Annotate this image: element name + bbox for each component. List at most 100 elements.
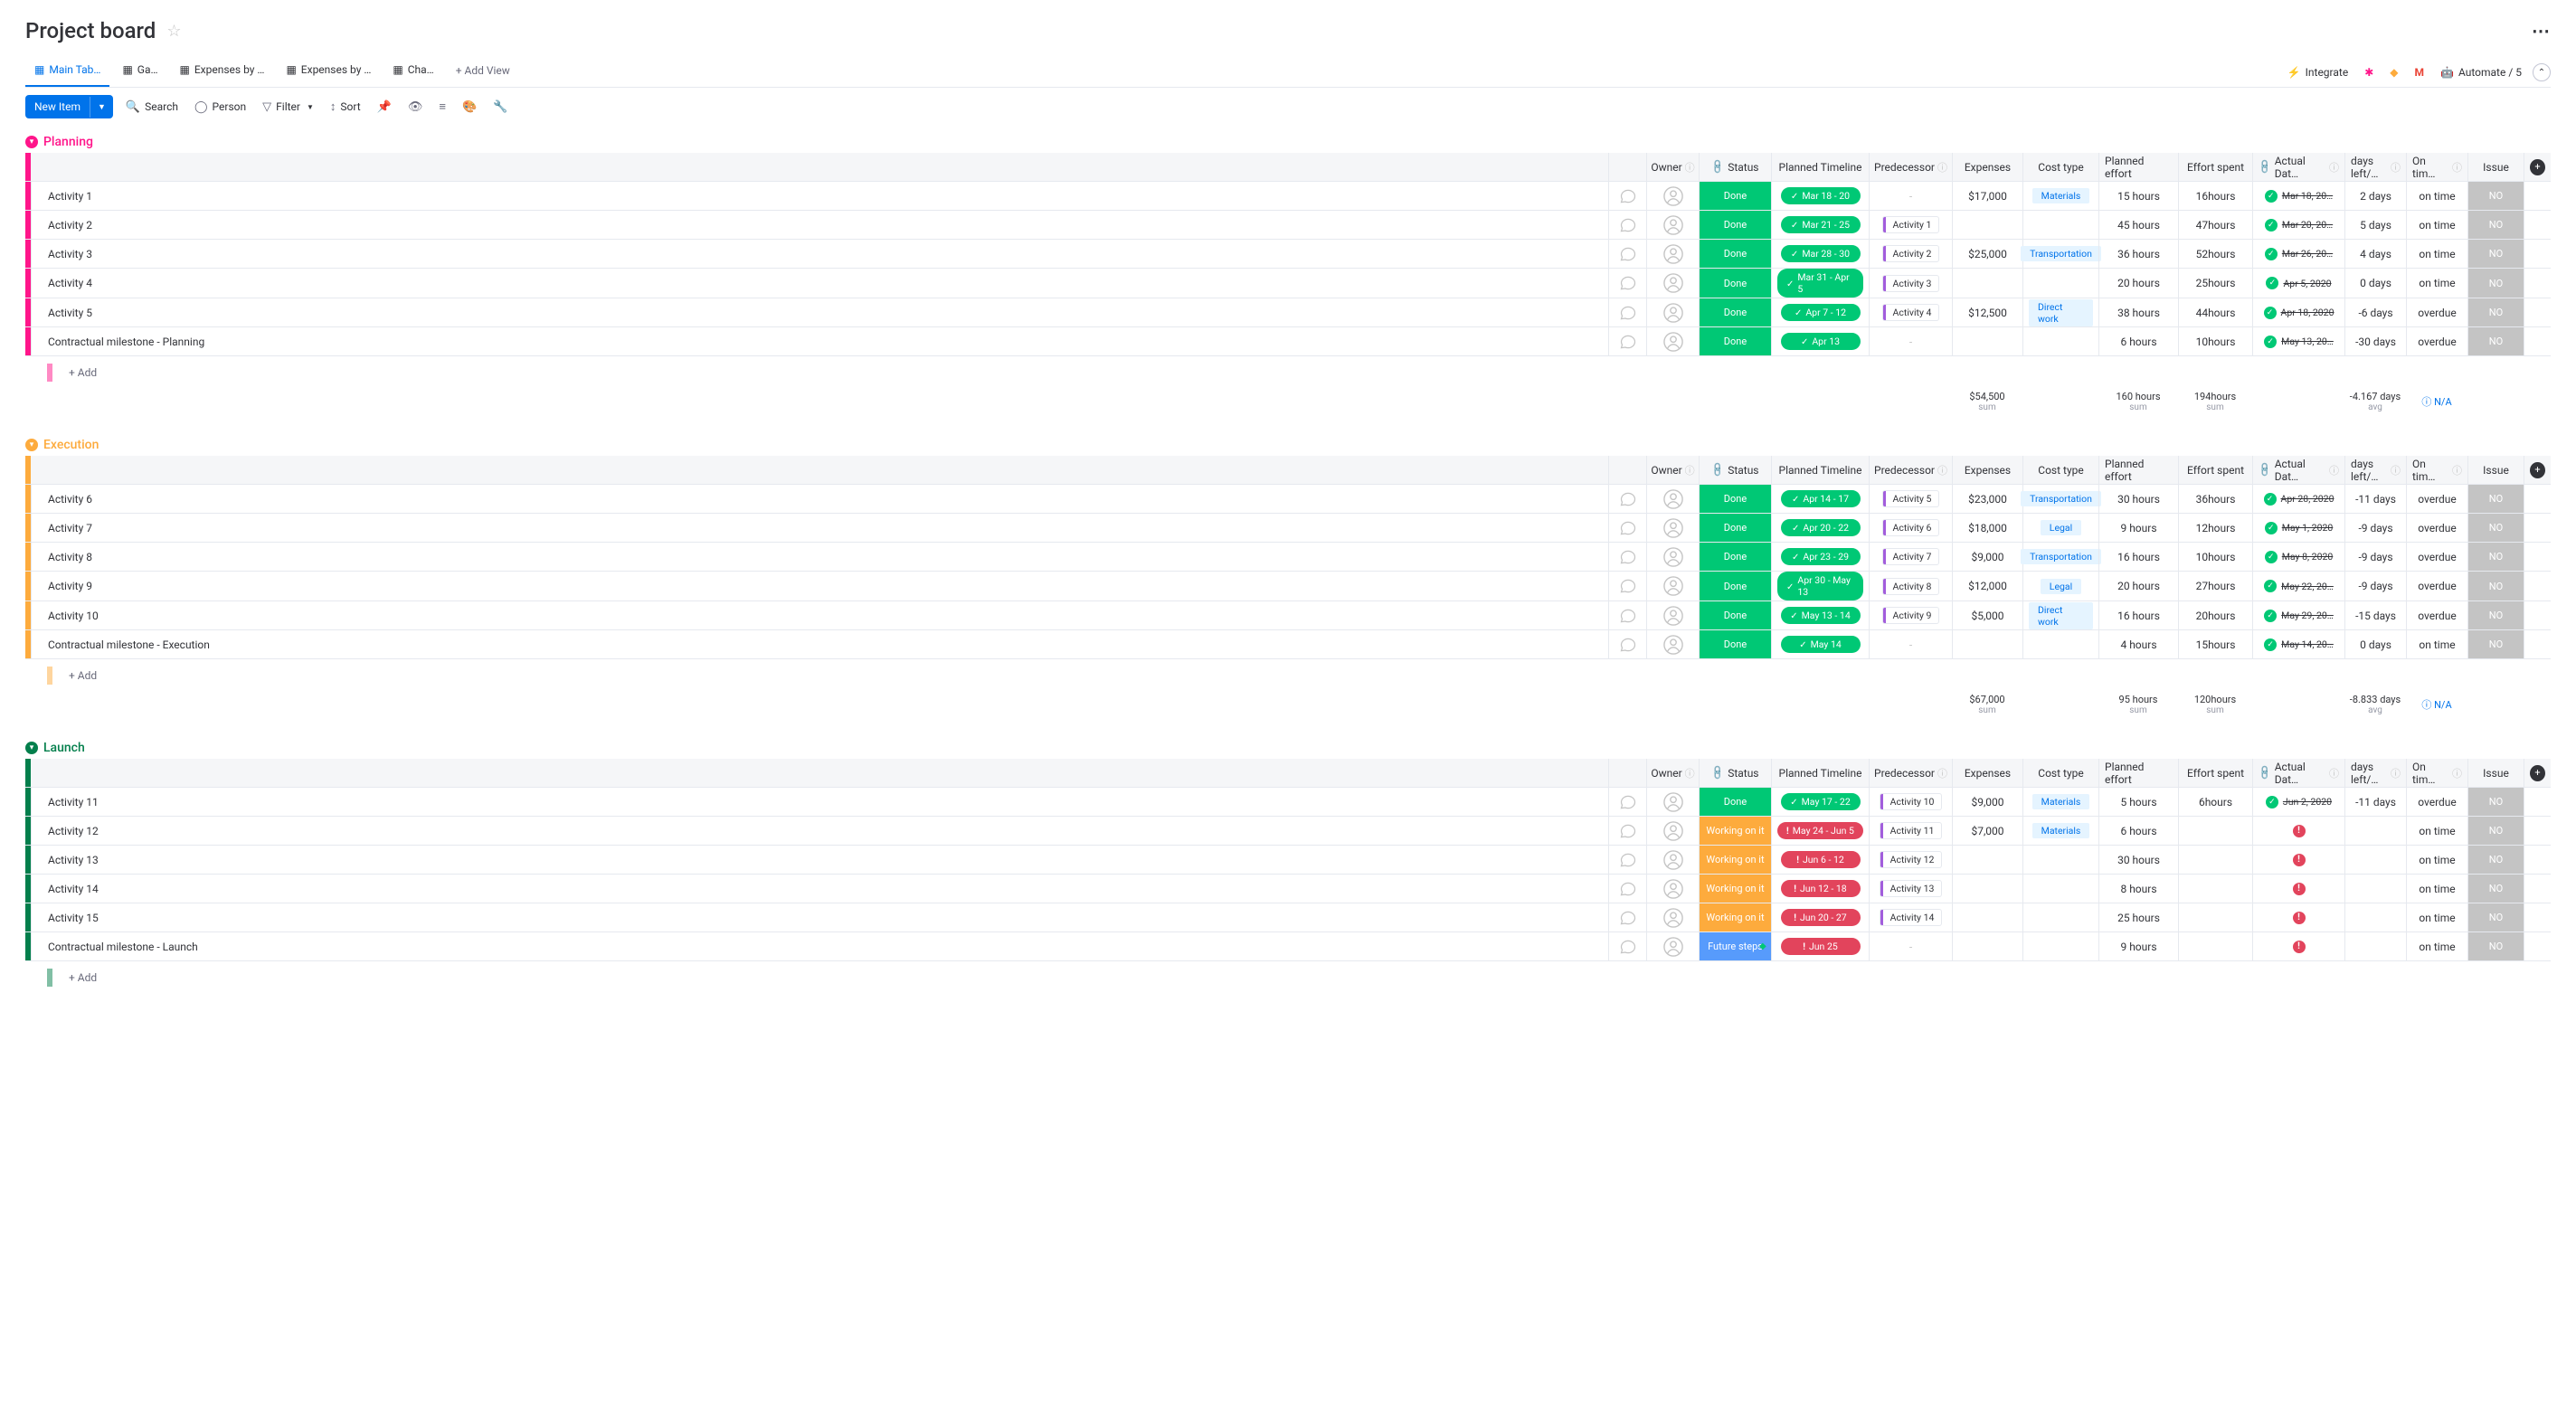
status-cell[interactable]: Done <box>1699 485 1771 513</box>
cost-type-cell[interactable] <box>2022 903 2098 931</box>
owner-cell[interactable] <box>1646 630 1699 658</box>
cost-type-pill[interactable]: Materials <box>2032 794 2090 809</box>
days-left-cell[interactable]: 4 days <box>2344 240 2406 268</box>
issue-cell[interactable]: NO <box>2467 298 2524 326</box>
issue-cell[interactable]: NO <box>2467 514 2524 542</box>
issue-cell[interactable]: NO <box>2467 788 2524 816</box>
planned-effort-cell[interactable]: 5 hours <box>2098 788 2178 816</box>
predecessor-pill[interactable]: Activity 11 <box>1880 823 1942 838</box>
days-left-cell[interactable]: -30 days <box>2344 327 2406 355</box>
effort-spent-cell[interactable] <box>2178 875 2252 903</box>
table-row[interactable]: Activity 15 Working on it Jun 20 - 27 Ac… <box>25 903 2551 932</box>
predecessor-cell[interactable]: Activity 11 <box>1869 817 1952 845</box>
predecessor-pill[interactable]: Activity 5 <box>1883 491 1939 506</box>
on-time-cell[interactable]: overdue <box>2406 601 2467 629</box>
col-predecessor[interactable]: Predecessorⓘ <box>1869 456 1952 484</box>
expenses-cell[interactable]: $5,000 <box>1952 601 2022 629</box>
collapse-icon[interactable]: ▾ <box>25 439 38 451</box>
on-time-cell[interactable]: on time <box>2406 932 2467 960</box>
item-name[interactable]: Contractual milestone - Launch <box>31 932 1608 960</box>
predecessor-cell[interactable]: Activity 13 <box>1869 875 1952 903</box>
predecessor-pill[interactable]: Activity 3 <box>1883 276 1939 291</box>
actual-date-cell[interactable]: ! <box>2252 932 2344 960</box>
predecessor-cell[interactable]: - <box>1869 182 1952 210</box>
owner-cell[interactable] <box>1646 485 1699 513</box>
cost-type-cell[interactable] <box>2022 846 2098 874</box>
effort-spent-cell[interactable]: 6hours <box>2178 788 2252 816</box>
predecessor-pill[interactable]: Activity 10 <box>1880 794 1942 809</box>
issue-cell[interactable]: NO <box>2467 543 2524 571</box>
planned-effort-cell[interactable]: 6 hours <box>2098 817 2178 845</box>
col-timeline[interactable]: Planned Timeline <box>1771 759 1869 787</box>
on-time-cell[interactable]: on time <box>2406 182 2467 210</box>
col-predecessor[interactable]: Predecessorⓘ <box>1869 153 1952 181</box>
owner-cell[interactable] <box>1646 543 1699 571</box>
chevron-down-icon[interactable]: ▼ <box>90 97 113 118</box>
status-cell[interactable]: Done <box>1699 543 1771 571</box>
col-status[interactable]: 🔗Status <box>1699 153 1771 181</box>
actual-date-cell[interactable]: ✓May 13, 20… <box>2252 327 2344 355</box>
item-name[interactable]: Activity 11 <box>31 788 1608 816</box>
cost-type-cell[interactable]: Direct work <box>2022 601 2098 629</box>
actual-date-cell[interactable]: ✓Mar 18, 20… <box>2252 182 2344 210</box>
planned-effort-cell[interactable]: 9 hours <box>2098 514 2178 542</box>
predecessor-cell[interactable]: Activity 7 <box>1869 543 1952 571</box>
timeline-cell[interactable]: May 13 - 14 <box>1771 601 1869 629</box>
predecessor-pill[interactable]: Activity 2 <box>1883 246 1939 261</box>
chat-button[interactable] <box>1608 630 1646 658</box>
view-tab-4[interactable]: ▦Cha… <box>384 58 442 87</box>
table-row[interactable]: Activity 14 Working on it Jun 12 - 18 Ac… <box>25 875 2551 903</box>
issue-cell[interactable]: NO <box>2467 572 2524 600</box>
item-name[interactable]: Contractual milestone - Planning <box>31 327 1608 355</box>
person-filter-button[interactable]: ◯Person <box>191 97 250 118</box>
predecessor-cell[interactable]: Activity 1 <box>1869 211 1952 239</box>
expenses-cell[interactable]: $25,000 <box>1952 240 2022 268</box>
predecessor-cell[interactable]: Activity 10 <box>1869 788 1952 816</box>
item-name[interactable]: Activity 12 <box>31 817 1608 845</box>
planned-effort-cell[interactable]: 20 hours <box>2098 572 2178 600</box>
table-row[interactable]: Activity 9 Done Apr 30 - May 13 Activity… <box>25 572 2551 601</box>
group-name[interactable]: Execution <box>43 438 99 452</box>
effort-spent-cell[interactable]: 15hours <box>2178 630 2252 658</box>
owner-cell[interactable] <box>1646 903 1699 931</box>
table-row[interactable]: Activity 11 Done May 17 - 22 Activity 10… <box>25 788 2551 817</box>
on-time-cell[interactable]: on time <box>2406 211 2467 239</box>
predecessor-pill[interactable]: Activity 4 <box>1883 305 1939 320</box>
owner-cell[interactable] <box>1646 875 1699 903</box>
predecessor-pill[interactable]: Activity 1 <box>1883 217 1939 232</box>
cost-type-cell[interactable] <box>2022 932 2098 960</box>
chat-button[interactable] <box>1608 875 1646 903</box>
chat-button[interactable] <box>1608 211 1646 239</box>
item-name[interactable]: Activity 6 <box>31 485 1608 513</box>
col-on-time[interactable]: On tim…ⓘ <box>2406 153 2467 181</box>
group-name[interactable]: Planning <box>43 135 93 149</box>
owner-cell[interactable] <box>1646 932 1699 960</box>
days-left-cell[interactable]: 0 days <box>2344 269 2406 298</box>
predecessor-cell[interactable]: Activity 3 <box>1869 269 1952 298</box>
view-tab-2[interactable]: ▦Expenses by … <box>171 58 274 87</box>
chat-button[interactable] <box>1608 485 1646 513</box>
chat-button[interactable] <box>1608 269 1646 298</box>
timeline-cell[interactable]: Jun 12 - 18 <box>1771 875 1869 903</box>
sort-button[interactable]: ↕Sort <box>327 96 365 118</box>
effort-spent-cell[interactable]: 20hours <box>2178 601 2252 629</box>
expenses-cell[interactable]: $7,000 <box>1952 817 2022 845</box>
predecessor-cell[interactable]: - <box>1869 327 1952 355</box>
col-expenses[interactable]: Expenses <box>1952 456 2022 484</box>
cost-type-pill[interactable]: Materials <box>2032 188 2090 203</box>
collapse-icon[interactable]: ▾ <box>25 742 38 754</box>
timeline-cell[interactable]: May 24 - Jun 5 <box>1771 817 1869 845</box>
item-name[interactable]: Activity 14 <box>31 875 1608 903</box>
chat-button[interactable] <box>1608 601 1646 629</box>
owner-cell[interactable] <box>1646 211 1699 239</box>
cost-type-cell[interactable]: Materials <box>2022 817 2098 845</box>
item-name[interactable]: Activity 10 <box>31 601 1608 629</box>
col-expenses[interactable]: Expenses <box>1952 759 2022 787</box>
col-days-left[interactable]: days left/…ⓘ <box>2344 456 2406 484</box>
expenses-cell[interactable]: $18,000 <box>1952 514 2022 542</box>
actual-date-cell[interactable]: ✓May 14, 20… <box>2252 630 2344 658</box>
add-view-button[interactable]: + Add View <box>447 58 519 87</box>
pin-icon[interactable]: 📌 <box>374 97 395 118</box>
view-tab-1[interactable]: ▦Ga… <box>113 58 166 87</box>
chat-button[interactable] <box>1608 240 1646 268</box>
